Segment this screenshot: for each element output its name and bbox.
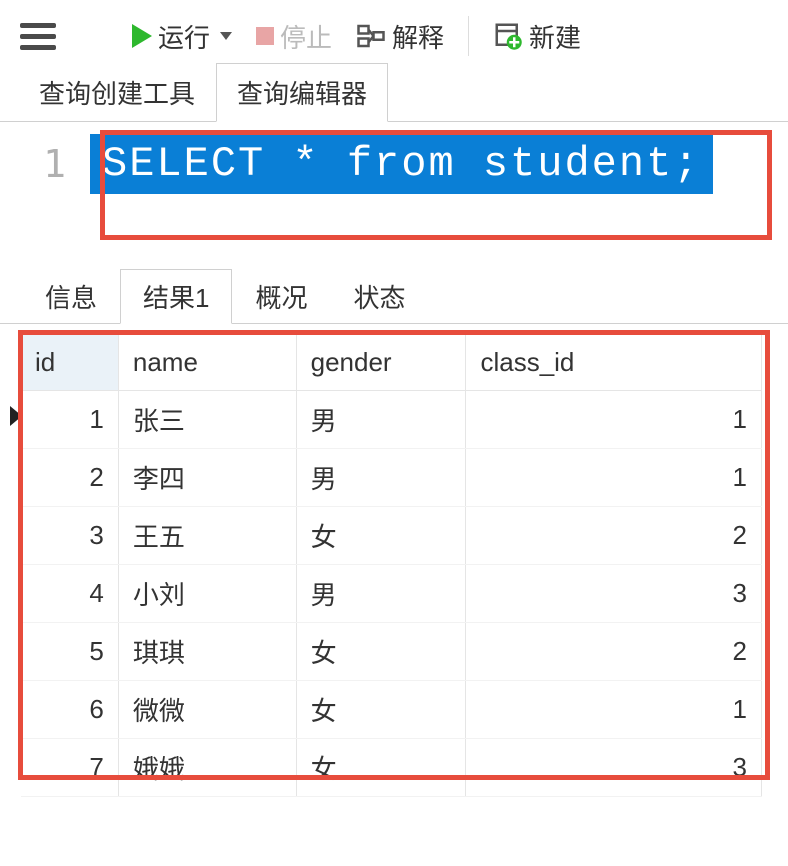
stop-label: 停止 [280,18,332,55]
cell-name[interactable]: 微微 [118,681,296,739]
tab-status[interactable]: 状态 [331,269,429,324]
sql-text[interactable]: SELECT * from student; [90,134,713,194]
play-icon [132,24,152,48]
cell-gender[interactable]: 女 [296,739,466,797]
table-row[interactable]: 5 琪琪 女 2 [21,623,762,681]
cell-id[interactable]: 3 [21,507,119,565]
result-table[interactable]: id name gender class_id 1 张三 男 1 2 李四 男 … [20,334,762,797]
table-row[interactable]: 7 娥娥 女 3 [21,739,762,797]
cell-gender[interactable]: 男 [296,449,466,507]
cell-gender[interactable]: 男 [296,565,466,623]
explain-icon [356,21,386,51]
main-toolbar: 运行 停止 解释 新建 [0,0,788,72]
table-header-row: id name gender class_id [21,335,762,391]
cell-class-id[interactable]: 2 [466,507,762,565]
run-button[interactable]: 运行 [124,14,240,59]
cell-gender[interactable]: 男 [296,391,466,449]
sql-editor[interactable]: 1 SELECT * from student; [0,122,788,224]
column-header-class-id[interactable]: class_id [466,335,762,391]
stop-icon [256,27,274,45]
cell-gender[interactable]: 女 [296,681,466,739]
run-dropdown-caret-icon[interactable] [220,32,232,40]
explain-button[interactable]: 解释 [348,14,452,59]
cell-name[interactable]: 琪琪 [118,623,296,681]
current-row-pointer-icon [10,406,22,426]
menu-icon[interactable] [20,18,56,54]
line-number: 1 [20,142,90,186]
cell-class-id[interactable]: 2 [466,623,762,681]
cell-id[interactable]: 7 [21,739,119,797]
table-row[interactable]: 1 张三 男 1 [21,391,762,449]
cell-name[interactable]: 张三 [118,391,296,449]
toolbar-divider [468,16,469,56]
editor-tabs: 查询创建工具 查询编辑器 [0,72,788,122]
table-row[interactable]: 6 微微 女 1 [21,681,762,739]
column-header-name[interactable]: name [118,335,296,391]
column-header-id[interactable]: id [21,335,119,391]
cell-name[interactable]: 娥娥 [118,739,296,797]
table-row[interactable]: 3 王五 女 2 [21,507,762,565]
cell-class-id[interactable]: 1 [466,449,762,507]
result-table-wrap: id name gender class_id 1 张三 男 1 2 李四 男 … [0,324,788,817]
cell-class-id[interactable]: 3 [466,739,762,797]
tab-query-builder[interactable]: 查询创建工具 [18,63,216,122]
cell-name[interactable]: 小刘 [118,565,296,623]
column-header-gender[interactable]: gender [296,335,466,391]
table-row[interactable]: 2 李四 男 1 [21,449,762,507]
cell-name[interactable]: 王五 [118,507,296,565]
cell-id[interactable]: 4 [21,565,119,623]
cell-id[interactable]: 6 [21,681,119,739]
cell-id[interactable]: 2 [21,449,119,507]
new-icon [493,21,523,51]
cell-class-id[interactable]: 1 [466,681,762,739]
tab-result1[interactable]: 结果1 [120,269,232,324]
run-label: 运行 [158,18,210,55]
table-row[interactable]: 4 小刘 男 3 [21,565,762,623]
cell-id[interactable]: 5 [21,623,119,681]
tab-info[interactable]: 信息 [22,269,120,324]
tab-profile[interactable]: 概况 [232,269,330,324]
stop-button: 停止 [248,14,340,59]
cell-class-id[interactable]: 1 [466,391,762,449]
cell-gender[interactable]: 女 [296,507,466,565]
explain-label: 解释 [392,18,444,55]
tab-query-editor[interactable]: 查询编辑器 [216,63,388,122]
cell-id[interactable]: 1 [21,391,119,449]
new-button[interactable]: 新建 [485,14,589,59]
cell-class-id[interactable]: 3 [466,565,762,623]
cell-gender[interactable]: 女 [296,623,466,681]
result-tabs: 信息 结果1 概况 状态 [0,274,788,324]
cell-name[interactable]: 李四 [118,449,296,507]
new-label: 新建 [529,18,581,55]
